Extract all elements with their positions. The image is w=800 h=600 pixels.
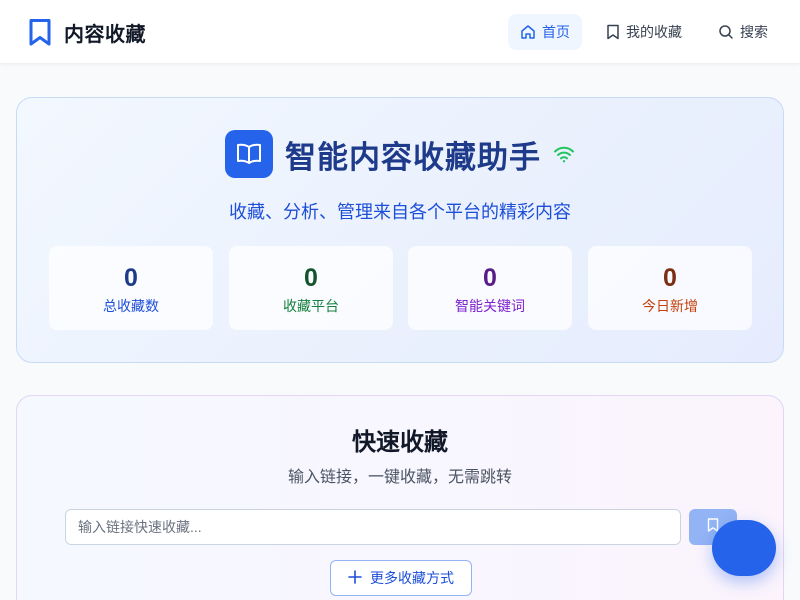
stat-label: 智能关键词 bbox=[455, 298, 525, 314]
stat-label: 总收藏数 bbox=[103, 298, 159, 314]
hero-title: 智能内容收藏助手 bbox=[285, 139, 541, 175]
stat-value: 0 bbox=[304, 264, 318, 292]
stat-platforms: 0 收藏平台 bbox=[229, 246, 393, 330]
search-icon bbox=[718, 24, 734, 40]
hero-card: 智能内容收藏助手 收藏、分析、管理来自各个平台的精彩内容 0 总收藏数 0 收藏… bbox=[16, 97, 784, 363]
quick-save-title: 快速收藏 bbox=[352, 429, 448, 456]
stat-value: 0 bbox=[663, 264, 677, 292]
nav-item-label: 我的收藏 bbox=[626, 24, 682, 40]
bookmark-icon bbox=[606, 24, 620, 40]
main-nav: 首页 我的收藏 搜索 bbox=[508, 14, 780, 50]
brand-title: 内容收藏 bbox=[64, 23, 146, 46]
stat-keywords: 0 智能关键词 bbox=[408, 246, 572, 330]
top-header: 内容收藏 首页 我的收藏 搜索 bbox=[0, 0, 800, 64]
stat-label: 收藏平台 bbox=[283, 298, 339, 314]
floating-action-button[interactable] bbox=[712, 520, 776, 576]
hero-title-row: 智能内容收藏助手 bbox=[17, 130, 783, 178]
wifi-icon bbox=[541, 145, 575, 163]
more-save-options-button[interactable]: 更多收藏方式 bbox=[330, 560, 472, 596]
brand[interactable]: 内容收藏 bbox=[28, 18, 146, 46]
book-open-icon bbox=[225, 130, 273, 178]
nav-item-search[interactable]: 搜索 bbox=[706, 14, 780, 50]
stat-value: 0 bbox=[124, 264, 138, 292]
home-icon bbox=[520, 24, 536, 40]
plus-icon bbox=[348, 569, 362, 587]
stat-today-new: 0 今日新增 bbox=[588, 246, 752, 330]
stat-total-bookmarks: 0 总收藏数 bbox=[49, 246, 213, 330]
hero-subtitle: 收藏、分析、管理来自各个平台的精彩内容 bbox=[229, 202, 571, 222]
more-save-options-label: 更多收藏方式 bbox=[370, 570, 454, 586]
stat-label: 今日新增 bbox=[642, 298, 698, 314]
stat-value: 0 bbox=[483, 264, 497, 292]
quick-save-card: 快速收藏 输入链接，一键收藏，无需跳转 更多收藏方式 bbox=[16, 395, 784, 600]
nav-item-home[interactable]: 首页 bbox=[508, 14, 582, 50]
nav-item-my-bookmarks[interactable]: 我的收藏 bbox=[594, 14, 694, 50]
nav-item-label: 首页 bbox=[542, 24, 570, 40]
bookmark-icon bbox=[28, 18, 52, 46]
nav-item-label: 搜索 bbox=[740, 24, 768, 40]
quick-save-subtitle: 输入链接，一键收藏，无需跳转 bbox=[287, 469, 512, 486]
link-input[interactable] bbox=[65, 509, 681, 545]
